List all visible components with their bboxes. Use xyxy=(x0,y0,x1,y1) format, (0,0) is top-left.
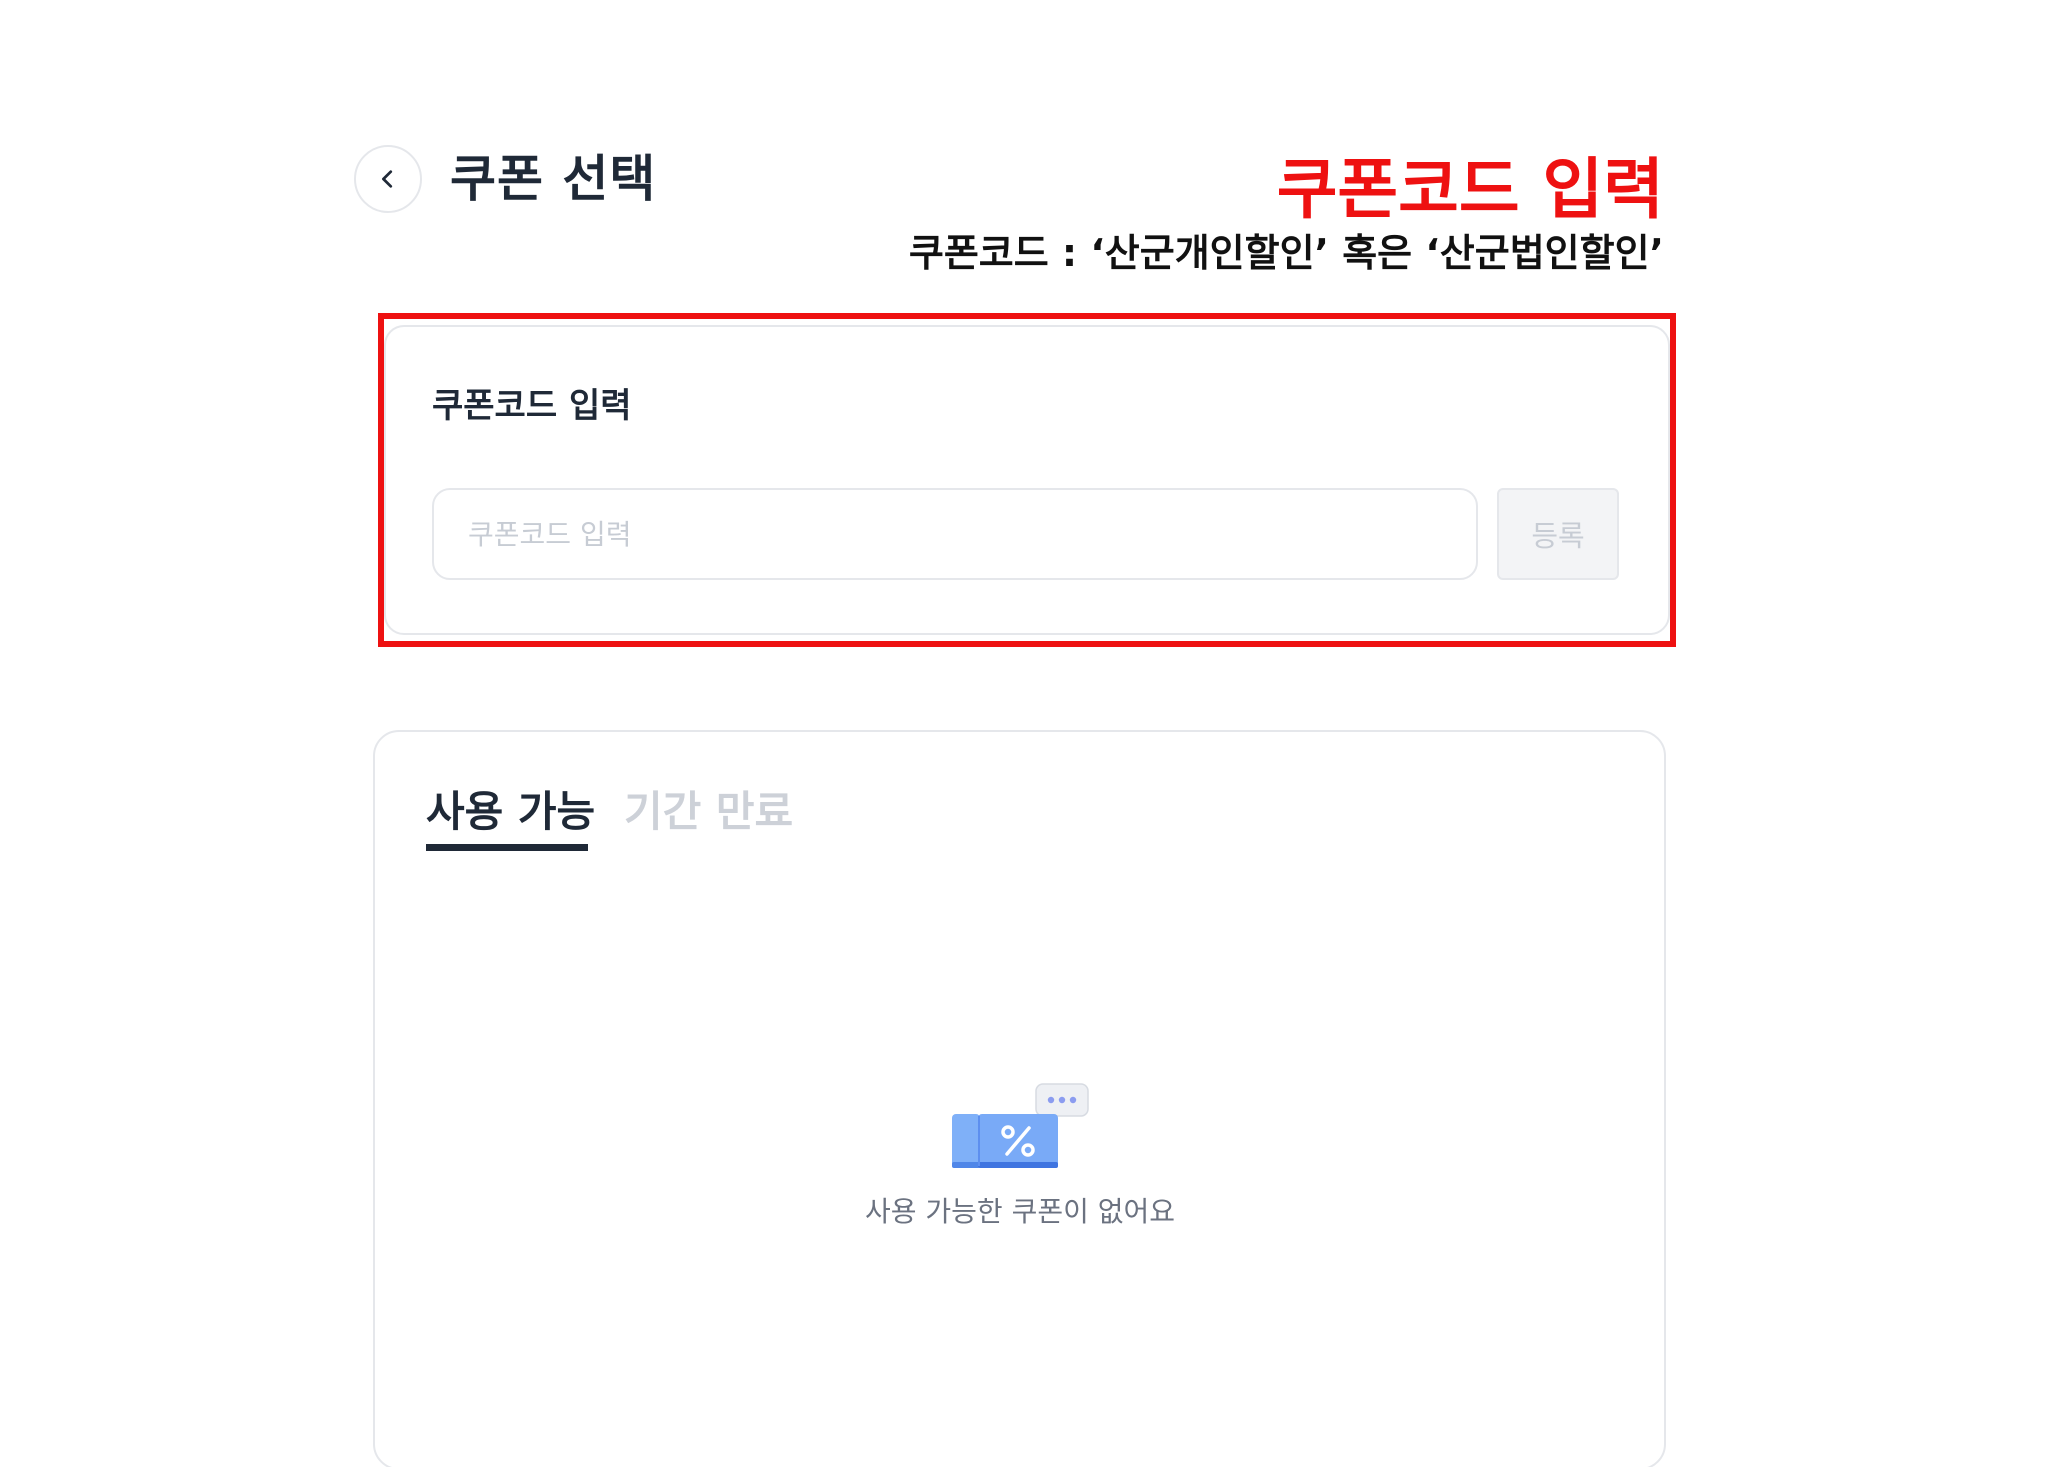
tab-expired[interactable]: 기간 만료 xyxy=(624,782,793,842)
annotation-title: 쿠폰코드 입력 xyxy=(1276,151,1664,228)
coupon-select-page: 쿠폰 선택 쿠폰코드 입력 쿠폰코드 : ‘산군개인할인’ 혹은 ‘산군법인할인… xyxy=(0,0,2048,1467)
coupon-code-label: 쿠폰코드 입력 xyxy=(432,386,632,426)
annotation-highlight-box xyxy=(378,313,1676,647)
back-button[interactable] xyxy=(354,145,422,213)
coupon-code-input[interactable] xyxy=(432,488,1478,580)
annotation-subtitle: 쿠폰코드 : ‘산군개인할인’ 혹은 ‘산군법인할인’ xyxy=(908,231,1664,275)
chevron-left-icon xyxy=(382,170,393,188)
empty-message: 사용 가능한 쿠폰이 없어요 xyxy=(864,1195,1176,1228)
page-title: 쿠폰 선택 xyxy=(450,150,657,208)
active-tab-indicator xyxy=(426,844,588,851)
register-button[interactable]: 등록 xyxy=(1497,488,1619,580)
tab-available[interactable]: 사용 가능 xyxy=(426,782,595,842)
coupon-percent-icon xyxy=(952,1083,1089,1168)
